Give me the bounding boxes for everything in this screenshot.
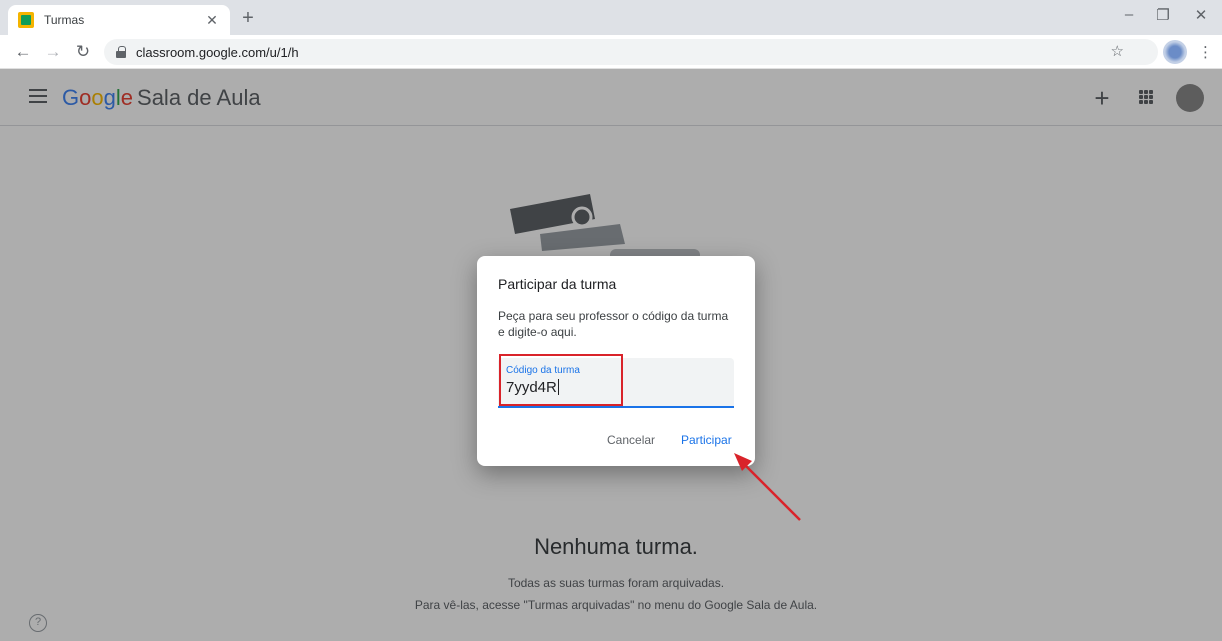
tab-title: Turmas bbox=[44, 13, 85, 27]
browser-menu-icon[interactable]: ⋮ bbox=[1198, 43, 1213, 61]
close-tab-icon[interactable]: ✕ bbox=[204, 12, 220, 29]
reload-icon[interactable]: ↻ bbox=[72, 42, 94, 62]
dialog-description: Peça para seu professor o código da turm… bbox=[498, 309, 729, 339]
minimize-icon[interactable]: – bbox=[1114, 6, 1144, 23]
back-icon[interactable]: ← bbox=[12, 42, 34, 62]
forward-icon[interactable]: → bbox=[42, 42, 64, 62]
new-tab-button[interactable]: + bbox=[236, 7, 260, 30]
browser-tabstrip: Turmas ✕ + – ❐ ✕ bbox=[0, 0, 1222, 35]
cancel-button[interactable]: Cancelar bbox=[607, 433, 655, 447]
address-bar[interactable]: classroom.google.com/u/1/h ☆ bbox=[104, 39, 1158, 65]
annotation-highlight-box bbox=[499, 354, 623, 406]
lock-icon bbox=[116, 46, 126, 58]
join-button[interactable]: Participar bbox=[681, 433, 732, 447]
dialog-title: Participar da turma bbox=[498, 276, 617, 292]
url-text: classroom.google.com/u/1/h bbox=[136, 44, 299, 60]
bookmark-star-icon[interactable]: ☆ bbox=[1111, 42, 1124, 60]
browser-tab[interactable]: Turmas ✕ bbox=[8, 5, 230, 35]
browser-toolbar: ← → ↻ classroom.google.com/u/1/h ☆ ⋮ bbox=[0, 35, 1222, 69]
classroom-favicon-icon bbox=[18, 12, 34, 28]
browser-profile-avatar[interactable] bbox=[1163, 40, 1187, 64]
window-close-icon[interactable]: ✕ bbox=[1186, 6, 1216, 24]
restore-icon[interactable]: ❐ bbox=[1148, 6, 1178, 24]
